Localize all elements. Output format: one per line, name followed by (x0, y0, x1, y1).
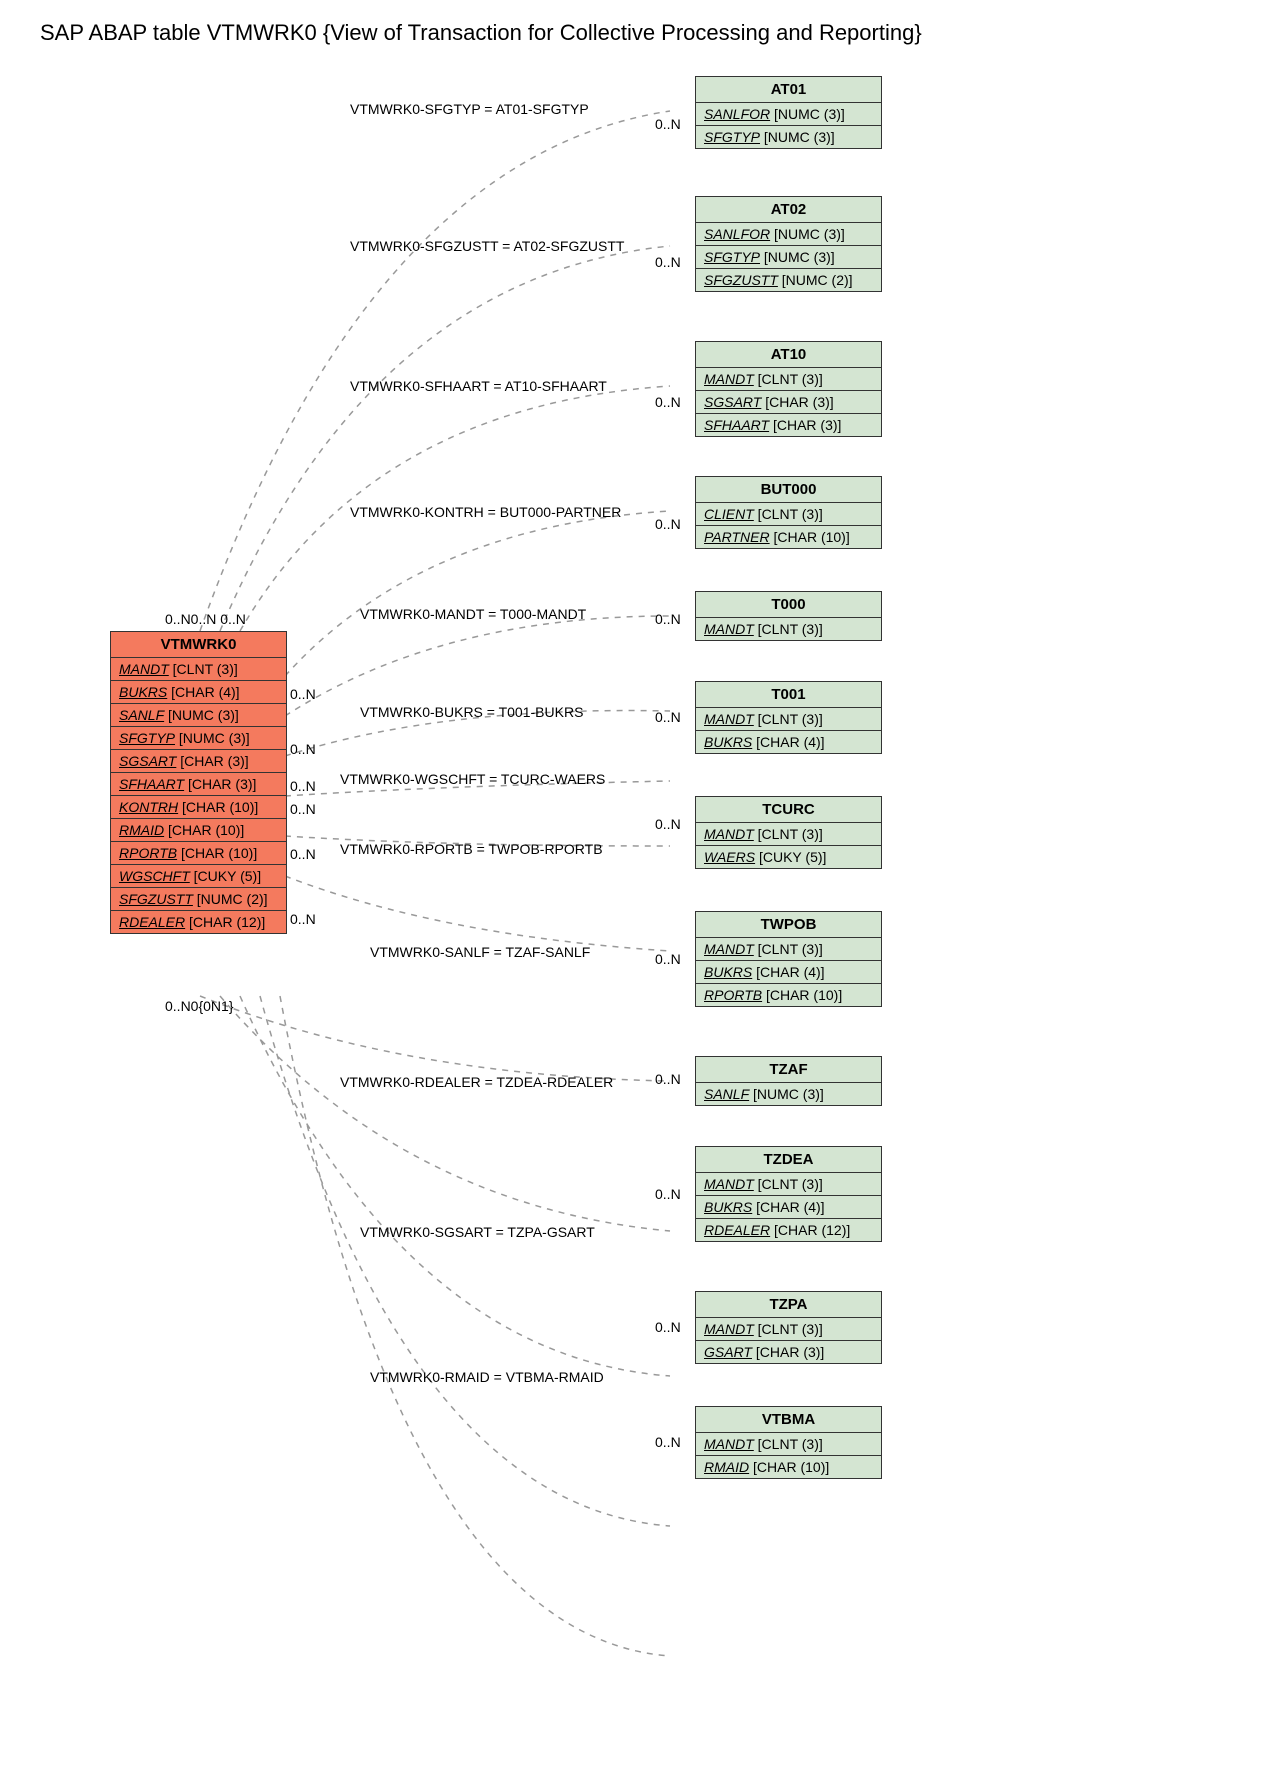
entity-field: WGSCHFT [CUKY (5)] (111, 865, 286, 888)
relation-label: VTMWRK0-RPORTB = TWPOB-RPORTB (340, 841, 603, 857)
entity-tzdea: TZDEAMANDT [CLNT (3)]BUKRS [CHAR (4)]RDE… (695, 1146, 882, 1242)
diagram-canvas: VTMWRK0 MANDT [CLNT (3)]BUKRS [CHAR (4)]… (20, 56, 1220, 1756)
entity-field: MANDT [CLNT (3)] (696, 1173, 881, 1196)
relation-label: VTMWRK0-KONTRH = BUT000-PARTNER (350, 504, 621, 520)
cardinality-right: 0..N (655, 1319, 681, 1335)
entity-field: SFGZUSTT [NUMC (2)] (696, 269, 881, 291)
entity-field: MANDT [CLNT (3)] (696, 618, 881, 640)
entity-tcurc: TCURCMANDT [CLNT (3)]WAERS [CUKY (5)] (695, 796, 882, 869)
entity-at10: AT10MANDT [CLNT (3)]SGSART [CHAR (3)]SFH… (695, 341, 882, 437)
entity-field: MANDT [CLNT (3)] (111, 658, 286, 681)
entity-field: RPORTB [CHAR (10)] (696, 984, 881, 1006)
entity-vtmwrk0: VTMWRK0 MANDT [CLNT (3)]BUKRS [CHAR (4)]… (110, 631, 287, 934)
entity-header: AT02 (696, 197, 881, 223)
entity-field: MANDT [CLNT (3)] (696, 1433, 881, 1456)
cardinality-right: 0..N (655, 1434, 681, 1450)
entity-field: SFGTYP [NUMC (3)] (696, 126, 881, 148)
cardinality-right: 0..N (655, 394, 681, 410)
entity-field: MANDT [CLNT (3)] (696, 1318, 881, 1341)
entity-but000: BUT000CLIENT [CLNT (3)]PARTNER [CHAR (10… (695, 476, 882, 549)
entity-field: MANDT [CLNT (3)] (696, 368, 881, 391)
cardinality-right: 0..N (655, 951, 681, 967)
entity-header: VTMWRK0 (111, 632, 286, 658)
relation-label: VTMWRK0-RDEALER = TZDEA-RDEALER (340, 1074, 613, 1090)
cardinality-top: 0..N0..N 0..N (165, 611, 246, 627)
entity-field: GSART [CHAR (3)] (696, 1341, 881, 1363)
cardinality-right: 0..N (655, 709, 681, 725)
relation-label: VTMWRK0-RMAID = VTBMA-RMAID (370, 1369, 604, 1385)
entity-header: TCURC (696, 797, 881, 823)
entity-at02: AT02SANLFOR [NUMC (3)]SFGTYP [NUMC (3)]S… (695, 196, 882, 292)
cardinality-right: 0..N (655, 1071, 681, 1087)
entity-field: MANDT [CLNT (3)] (696, 708, 881, 731)
entity-field: RPORTB [CHAR (10)] (111, 842, 286, 865)
cardinality-side: 0..N (290, 911, 316, 927)
entity-field: SANLFOR [NUMC (3)] (696, 223, 881, 246)
entity-header: AT01 (696, 77, 881, 103)
entity-field: RDEALER [CHAR (12)] (696, 1219, 881, 1241)
entity-field: SFGTYP [NUMC (3)] (696, 246, 881, 269)
cardinality-side: 0..N (290, 801, 316, 817)
relation-label: VTMWRK0-SGSART = TZPA-GSART (360, 1224, 595, 1240)
entity-header: T000 (696, 592, 881, 618)
entity-vtbma: VTBMAMANDT [CLNT (3)]RMAID [CHAR (10)] (695, 1406, 882, 1479)
entity-field: SANLFOR [NUMC (3)] (696, 103, 881, 126)
entity-header: TZAF (696, 1057, 881, 1083)
cardinality-side: 0..N (290, 686, 316, 702)
entity-field: MANDT [CLNT (3)] (696, 823, 881, 846)
entity-t001: T001MANDT [CLNT (3)]BUKRS [CHAR (4)] (695, 681, 882, 754)
entity-field: PARTNER [CHAR (10)] (696, 526, 881, 548)
entity-header: VTBMA (696, 1407, 881, 1433)
relation-label: VTMWRK0-SFGZUSTT = AT02-SFGZUSTT (350, 238, 624, 254)
entity-header: TZDEA (696, 1147, 881, 1173)
entity-header: T001 (696, 682, 881, 708)
entity-tzpa: TZPAMANDT [CLNT (3)]GSART [CHAR (3)] (695, 1291, 882, 1364)
entity-field: BUKRS [CHAR (4)] (696, 1196, 881, 1219)
cardinality-side: 0..N (290, 741, 316, 757)
entity-header: AT10 (696, 342, 881, 368)
entity-field: MANDT [CLNT (3)] (696, 938, 881, 961)
entity-field: SANLF [NUMC (3)] (111, 704, 286, 727)
cardinality-right: 0..N (655, 611, 681, 627)
relation-label: VTMWRK0-MANDT = T000-MANDT (360, 606, 586, 622)
entity-field: SANLF [NUMC (3)] (696, 1083, 881, 1105)
cardinality-right: 0..N (655, 1186, 681, 1202)
entity-header: TZPA (696, 1292, 881, 1318)
relation-label: VTMWRK0-SANLF = TZAF-SANLF (370, 944, 590, 960)
entity-field: SFHAART [CHAR (3)] (696, 414, 881, 436)
entity-field: WAERS [CUKY (5)] (696, 846, 881, 868)
cardinality-right: 0..N (655, 816, 681, 832)
cardinality-bottom: 0..N0{0N1} (165, 998, 234, 1014)
cardinality-side: 0..N (290, 778, 316, 794)
cardinality-right: 0..N (655, 516, 681, 532)
relation-label: VTMWRK0-SFHAART = AT10-SFHAART (350, 378, 607, 394)
page-title: SAP ABAP table VTMWRK0 {View of Transact… (40, 20, 1268, 46)
entity-field: KONTRH [CHAR (10)] (111, 796, 286, 819)
entity-field: SGSART [CHAR (3)] (111, 750, 286, 773)
relation-label: VTMWRK0-BUKRS = T001-BUKRS (360, 704, 583, 720)
entity-t000: T000MANDT [CLNT (3)] (695, 591, 882, 641)
entity-field: RMAID [CHAR (10)] (696, 1456, 881, 1478)
relation-label: VTMWRK0-WGSCHFT = TCURC-WAERS (340, 771, 605, 787)
entity-field: RMAID [CHAR (10)] (111, 819, 286, 842)
entity-field: SFGTYP [NUMC (3)] (111, 727, 286, 750)
cardinality-right: 0..N (655, 116, 681, 132)
entity-field: RDEALER [CHAR (12)] (111, 911, 286, 933)
entity-tzaf: TZAFSANLF [NUMC (3)] (695, 1056, 882, 1106)
entity-at01: AT01SANLFOR [NUMC (3)]SFGTYP [NUMC (3)] (695, 76, 882, 149)
entity-field: BUKRS [CHAR (4)] (696, 731, 881, 753)
entity-twpob: TWPOBMANDT [CLNT (3)]BUKRS [CHAR (4)]RPO… (695, 911, 882, 1007)
entity-field: BUKRS [CHAR (4)] (111, 681, 286, 704)
cardinality-side: 0..N (290, 846, 316, 862)
entity-field: SGSART [CHAR (3)] (696, 391, 881, 414)
entity-field: SFGZUSTT [NUMC (2)] (111, 888, 286, 911)
cardinality-right: 0..N (655, 254, 681, 270)
entity-header: BUT000 (696, 477, 881, 503)
entity-header: TWPOB (696, 912, 881, 938)
entity-field: BUKRS [CHAR (4)] (696, 961, 881, 984)
relation-label: VTMWRK0-SFGTYP = AT01-SFGTYP (350, 101, 589, 117)
entity-field: SFHAART [CHAR (3)] (111, 773, 286, 796)
entity-field: CLIENT [CLNT (3)] (696, 503, 881, 526)
